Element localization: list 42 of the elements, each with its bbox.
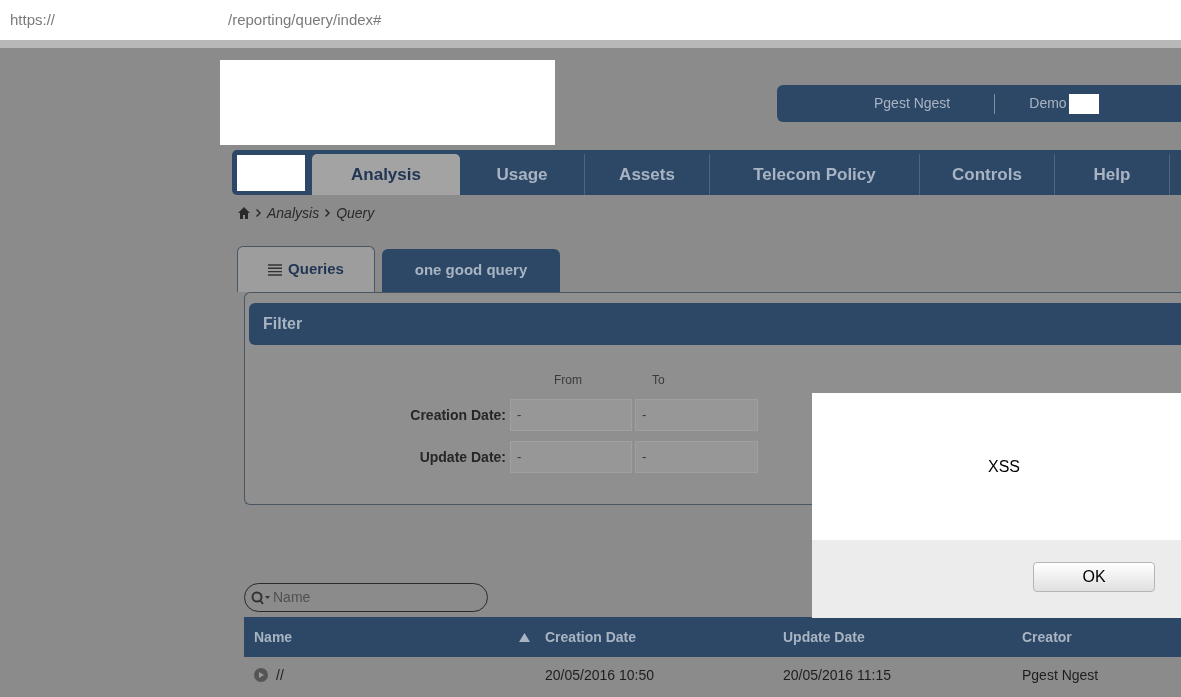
column-header[interactable]: Update Date xyxy=(783,626,1012,648)
nav-tab[interactable]: Assets xyxy=(585,154,710,195)
play-icon[interactable] xyxy=(254,668,268,682)
nav-tab[interactable]: Help xyxy=(1055,154,1170,195)
search-icon xyxy=(251,590,271,605)
redaction-block xyxy=(237,154,305,191)
account-name[interactable]: Demo xyxy=(1029,93,1067,114)
user-name[interactable]: Pgest Ngest xyxy=(874,93,951,114)
url-text: /reporting/query/index# xyxy=(228,9,382,30)
column-header[interactable]: Creator xyxy=(1022,626,1162,648)
nav-tab[interactable]: Analysis xyxy=(312,154,460,195)
query-tab[interactable]: one good query xyxy=(382,249,560,292)
table-cell-text: Pgest Ngest xyxy=(1022,665,1099,685)
breadcrumb-link[interactable]: Query xyxy=(336,202,375,224)
column-label: To xyxy=(652,372,665,389)
url-text: https:// xyxy=(10,9,57,30)
field-label: Creation Date: xyxy=(409,405,507,425)
nav-tab[interactable]: Telecom Policy xyxy=(710,154,920,195)
ok-button[interactable]: OK xyxy=(1033,562,1155,592)
date-field[interactable]: - xyxy=(510,441,632,473)
column-header[interactable]: Name xyxy=(254,626,519,648)
column-header[interactable]: Creation Date xyxy=(545,626,773,648)
dialog-message: XSS xyxy=(988,456,1020,477)
date-field[interactable]: - xyxy=(635,399,758,431)
chevron-icon xyxy=(256,209,261,217)
nav-tab[interactable]: Usage xyxy=(460,154,585,195)
panel-title: Filter xyxy=(263,314,303,334)
chevron-icon xyxy=(325,209,331,217)
date-field[interactable]: - xyxy=(635,441,758,473)
home-icon[interactable] xyxy=(238,207,250,219)
nav-tab[interactable]: Controls xyxy=(920,154,1055,195)
field-label: Update Date: xyxy=(418,447,507,467)
breadcrumb-link[interactable]: Analysis xyxy=(267,202,320,224)
redaction-block xyxy=(1068,93,1099,114)
query-tab[interactable]: Queries xyxy=(237,246,375,292)
table-cell-text: // xyxy=(276,665,284,685)
column-label: From xyxy=(554,372,583,389)
list-icon xyxy=(268,263,283,276)
search-field[interactable]: Name xyxy=(244,582,488,612)
table-cell-text: 20/05/2016 10:50 xyxy=(545,665,654,685)
date-field[interactable]: - xyxy=(510,399,632,431)
table-cell-text: 20/05/2016 11:15 xyxy=(783,665,891,685)
